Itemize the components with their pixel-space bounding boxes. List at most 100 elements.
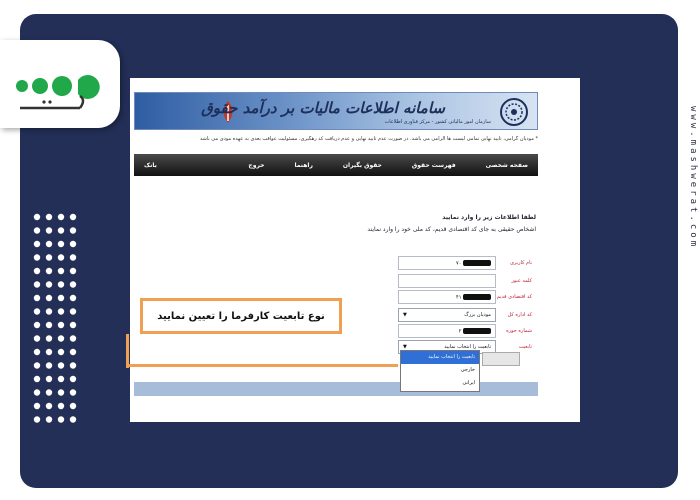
decorative-dot — [33, 240, 41, 248]
decorative-dot — [57, 308, 65, 315]
decorative-dot — [45, 402, 53, 410]
decorative-dot — [57, 227, 65, 234]
decorative-dot — [57, 213, 65, 221]
decorative-dot — [45, 267, 53, 275]
decorative-dot — [69, 254, 77, 261]
decorative-dot — [57, 240, 65, 248]
decorative-dot — [69, 416, 77, 423]
label-district: شماره حوزه — [506, 328, 532, 334]
callout-line-horizontal — [128, 364, 398, 367]
decorative-dot — [45, 227, 53, 234]
decorative-dot — [69, 348, 77, 356]
label-office: کد اداره کل — [507, 312, 532, 318]
decorative-dot — [45, 321, 53, 329]
decorative-dot — [33, 308, 41, 315]
nationality-dropdown[interactable]: تابعیت را انتخاب نمایید خارجی ایرانی — [400, 350, 480, 392]
nav-salary-list[interactable]: فهرست حقوق — [412, 162, 456, 169]
portal-banner: سامانه اطلاعات مالیات بر درآمد حقوق سازم… — [134, 92, 538, 130]
decorative-dot — [57, 389, 65, 396]
nav-personal-page[interactable]: صفحه شخصی — [486, 162, 528, 169]
decorative-dot — [45, 308, 53, 315]
decorative-dot — [45, 416, 53, 423]
decorative-dot — [69, 308, 77, 315]
decorative-dot — [57, 416, 65, 423]
decorative-dot — [69, 294, 77, 302]
nav-bank[interactable]: بانک — [144, 162, 157, 169]
office-value: مودیان بزرگ — [464, 312, 491, 318]
redaction-mark — [463, 260, 491, 266]
main-navbar: صفحه شخصی فهرست حقوق حقوق بگیران راهنما … — [134, 154, 538, 176]
label-economic-code: کد اقتصادی قدیم — [496, 294, 532, 300]
embedded-screenshot: سامانه اطلاعات مالیات بر درآمد حقوق سازم… — [130, 78, 580, 422]
decorative-dot — [69, 227, 77, 234]
decorative-dot — [45, 362, 53, 369]
decorative-dot — [33, 375, 41, 383]
economic-code-field[interactable]: ۴۱ — [398, 290, 496, 304]
password-field[interactable] — [398, 274, 496, 288]
website-url: www.mashwerat.com — [688, 106, 698, 250]
decorative-dot — [33, 281, 41, 288]
username-value: ۷۰ — [456, 260, 462, 267]
label-username: نام کاربری — [510, 260, 532, 266]
decorative-dot — [45, 375, 53, 383]
tax-organization-emblem-icon — [499, 97, 529, 127]
nav-logout[interactable]: خروج — [248, 162, 264, 169]
option-iranian[interactable]: ایرانی — [401, 377, 479, 390]
username-field[interactable]: ۷۰ — [398, 256, 496, 270]
decorative-dot — [69, 402, 77, 410]
office-select[interactable]: مودیان بزرگ ▼ — [398, 308, 496, 322]
decorative-dot — [45, 348, 53, 356]
decorative-dot — [57, 375, 65, 383]
decorative-dot — [69, 267, 77, 275]
decorative-dot — [57, 348, 65, 356]
option-choose-nationality[interactable]: تابعیت را انتخاب نمایید — [401, 351, 479, 364]
decorative-dot — [33, 348, 41, 356]
nav-employees[interactable]: حقوق بگیران — [343, 162, 382, 169]
district-field[interactable]: ۲ — [398, 324, 496, 338]
decorative-dot — [33, 389, 41, 396]
option-foreign[interactable]: خارجی — [401, 364, 479, 377]
callout-text: نوع تابعیت کارفرما را تعیین نمایید — [157, 310, 325, 322]
redaction-mark — [463, 294, 491, 300]
portal-title: سامانه اطلاعات مالیات بر درآمد حقوق — [201, 99, 445, 117]
decorative-dot — [57, 294, 65, 302]
decorative-dot — [33, 267, 41, 275]
district-value: ۲ — [458, 328, 462, 335]
decorative-dot — [33, 362, 41, 369]
decorative-dot — [57, 267, 65, 275]
nav-help[interactable]: راهنما — [295, 162, 313, 169]
decorative-dot — [45, 254, 53, 261]
notice-text: * مودیان گرامی، تایید نهایی تمامی لیست ه… — [199, 136, 538, 142]
decorative-dot — [45, 294, 53, 302]
callout-line-vertical — [126, 334, 129, 368]
decorative-dot — [69, 375, 77, 383]
decorative-dot — [45, 213, 53, 221]
brand-logo-icon — [14, 62, 110, 116]
decorative-dot — [57, 321, 65, 329]
decorative-dot — [57, 402, 65, 410]
redaction-mark — [463, 328, 491, 334]
decorative-dot — [57, 281, 65, 288]
decorative-dot — [69, 321, 77, 329]
decorative-dot — [33, 321, 41, 329]
decorative-dot — [69, 213, 77, 221]
decorative-dots — [32, 212, 78, 430]
economic-code-value: ۴۱ — [456, 294, 462, 301]
form-instruction: اشخاص حقیقی به جای کد اقتصادی قدیم، کد م… — [367, 226, 536, 233]
decorative-dot — [57, 362, 65, 369]
decorative-dot — [45, 281, 53, 288]
logo-card — [0, 40, 120, 128]
decorative-dot — [45, 389, 53, 396]
label-nationality: تابعیت — [518, 344, 532, 350]
decorative-dot — [69, 281, 77, 288]
decorative-dot — [57, 335, 65, 342]
callout-box: نوع تابعیت کارفرما را تعیین نمایید — [140, 298, 342, 334]
submit-button[interactable] — [482, 352, 520, 366]
decorative-dot — [69, 362, 77, 369]
decorative-dot — [69, 335, 77, 342]
form-prompt: لطفا اطلاعات زیر را وارد نمایید — [442, 214, 536, 221]
decorative-dot — [69, 240, 77, 248]
decorative-dot — [33, 402, 41, 410]
portal-subtitle: سازمان امور مالیاتی کشور - مرکز فناوری ا… — [384, 119, 491, 125]
label-password: کلمه عبور — [511, 278, 532, 284]
